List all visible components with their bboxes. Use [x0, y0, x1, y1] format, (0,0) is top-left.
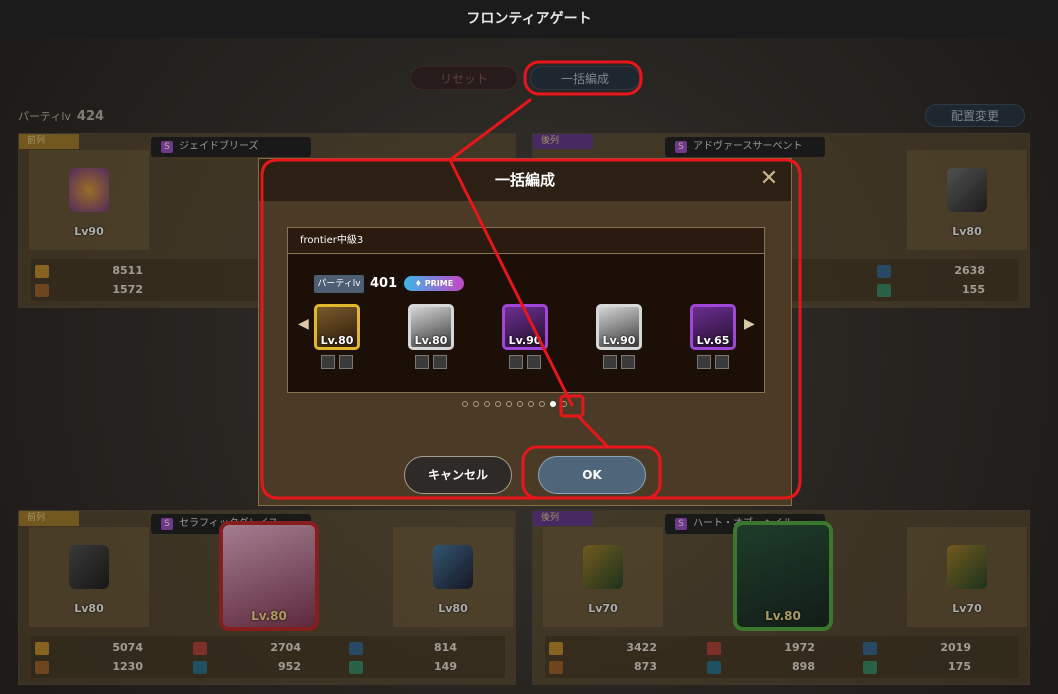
- annotation-overlay: [260, 60, 802, 500]
- frontier-gate-screen: フロンティアゲート リセット 一括編成 パーティlv424 配置変更 前列 ジェ…: [0, 0, 1058, 694]
- highlight-ok-button: [521, 445, 662, 500]
- arrow-line: [576, 414, 610, 449]
- arrow-line: [448, 98, 532, 162]
- highlight-bulk-button: [523, 60, 643, 96]
- arrow-line: [448, 158, 574, 407]
